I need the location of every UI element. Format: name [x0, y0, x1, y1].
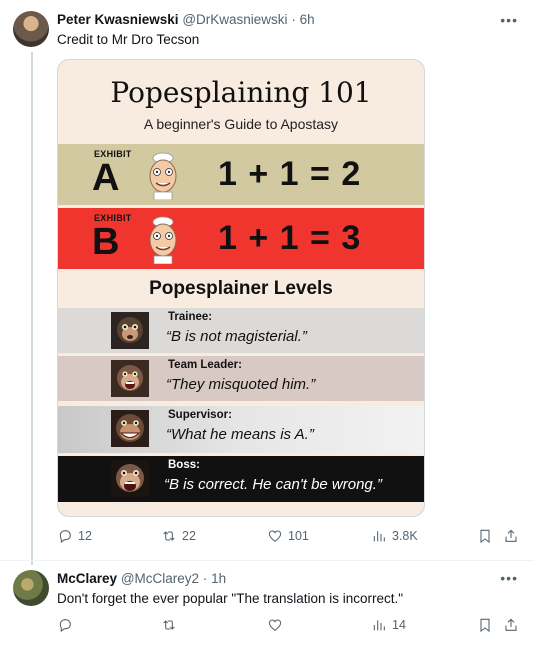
action-bar: 12 22 101 3.8K: [57, 528, 519, 548]
level-quote: “B is correct. He can't be wrong.”: [164, 476, 382, 493]
thread-line: [31, 52, 33, 565]
heart-icon: [268, 619, 282, 632]
pope-caricature-icon: [149, 216, 177, 264]
tweet-header: McClarey @McClarey2 · 1h: [57, 570, 226, 587]
exhibit-letter: B: [92, 221, 120, 263]
level-row-trainee: Trainee: “B is not magisterial.”: [58, 308, 424, 353]
avatar[interactable]: [13, 11, 49, 47]
repost-count: 22: [182, 529, 196, 543]
action-bar: 14: [57, 617, 519, 637]
level-row-boss: Boss: “B is correct. He can't be wrong.”: [58, 456, 424, 502]
share-button[interactable]: [503, 528, 519, 544]
author-handle[interactable]: @McClarey2: [121, 571, 199, 586]
more-horizontal-icon[interactable]: •••: [500, 570, 518, 586]
analytics-icon: [373, 620, 385, 631]
tweet-text: Credit to Mr Dro Tecson: [57, 32, 200, 47]
pope-caricature-icon: [149, 152, 177, 200]
bookmark-icon: [480, 529, 490, 544]
author-name[interactable]: Peter Kwasniewski: [57, 12, 179, 27]
level-role: Boss:: [168, 459, 200, 471]
level-row-team-leader: Team Leader: “They misquoted him.”: [58, 356, 424, 401]
more-horizontal-icon[interactable]: •••: [500, 12, 518, 28]
author-handle[interactable]: @DrKwasniewski: [182, 12, 287, 27]
separator-dot: ·: [202, 571, 208, 586]
levels-title: Popesplainer Levels: [149, 278, 333, 299]
equation-b: 1 + 1 = 3: [218, 219, 362, 257]
tweet-mcclarey[interactable]: McClarey @McClarey2 · 1h ••• Don't forge…: [0, 560, 534, 649]
views-button[interactable]: 3.8K: [371, 528, 418, 544]
views-button[interactable]: 14: [371, 617, 406, 633]
separator-dot: ·: [291, 12, 296, 27]
tweet-text: Don't forget the ever popular "The trans…: [57, 591, 404, 606]
reply-count: 12: [78, 529, 92, 543]
reply-icon: [59, 619, 71, 633]
reply-icon: [59, 530, 71, 544]
exhibit-a-band: EXHIBIT A 1 + 1 = 2: [58, 144, 424, 205]
tweet-peter-kwasniewski[interactable]: Peter Kwasniewski @DrKwasniewski · 6h ••…: [0, 0, 534, 565]
monkey-icon: [111, 360, 149, 397]
tweet-header: Peter Kwasniewski @DrKwasniewski · 6h: [57, 11, 315, 28]
level-role: Supervisor:: [168, 409, 232, 421]
share-button[interactable]: [503, 617, 519, 633]
level-quote: “What he means is A.”: [166, 426, 314, 443]
level-row-supervisor: Supervisor: “What he means is A.”: [58, 406, 424, 453]
level-role: Team Leader:: [168, 359, 242, 371]
repost-icon: [163, 620, 175, 630]
repost-button[interactable]: 22: [161, 528, 196, 544]
analytics-icon: [373, 531, 385, 542]
repost-button[interactable]: [161, 617, 182, 633]
monkey-icon: [111, 410, 149, 447]
bookmark-icon: [480, 618, 490, 633]
avatar[interactable]: [13, 570, 49, 606]
level-quote: “B is not magisterial.”: [166, 328, 307, 345]
equation-a: 1 + 1 = 2: [218, 155, 362, 193]
heart-icon: [268, 530, 282, 543]
repost-icon: [163, 531, 175, 541]
reply-button[interactable]: [57, 617, 78, 633]
monkey-icon: [111, 312, 149, 349]
share-icon: [505, 529, 517, 542]
like-count: 101: [288, 529, 309, 543]
exhibit-b-band: EXHIBIT B 1 + 1 = 3: [58, 208, 424, 269]
share-icon: [505, 618, 517, 631]
views-count: 14: [392, 618, 406, 632]
views-count: 3.8K: [392, 529, 418, 543]
meme-subtitle: A beginner's Guide to Apostasy: [143, 116, 339, 132]
bookmark-button[interactable]: [477, 617, 493, 633]
reply-button[interactable]: 12: [57, 528, 92, 544]
meme-image[interactable]: Popesplaining 101 A beginner's Guide to …: [57, 59, 425, 517]
meme-title: Popesplaining 101: [110, 76, 372, 109]
like-button[interactable]: [267, 617, 288, 633]
level-role: Trainee:: [168, 311, 213, 323]
monkey-icon: [111, 460, 149, 497]
level-quote: “They misquoted him.”: [166, 376, 316, 393]
timestamp[interactable]: 1h: [211, 571, 226, 586]
timestamp[interactable]: 6h: [300, 12, 315, 27]
like-button[interactable]: 101: [267, 528, 309, 544]
bookmark-button[interactable]: [477, 528, 493, 544]
exhibit-letter: A: [92, 157, 120, 199]
author-name[interactable]: McClarey: [57, 571, 117, 586]
